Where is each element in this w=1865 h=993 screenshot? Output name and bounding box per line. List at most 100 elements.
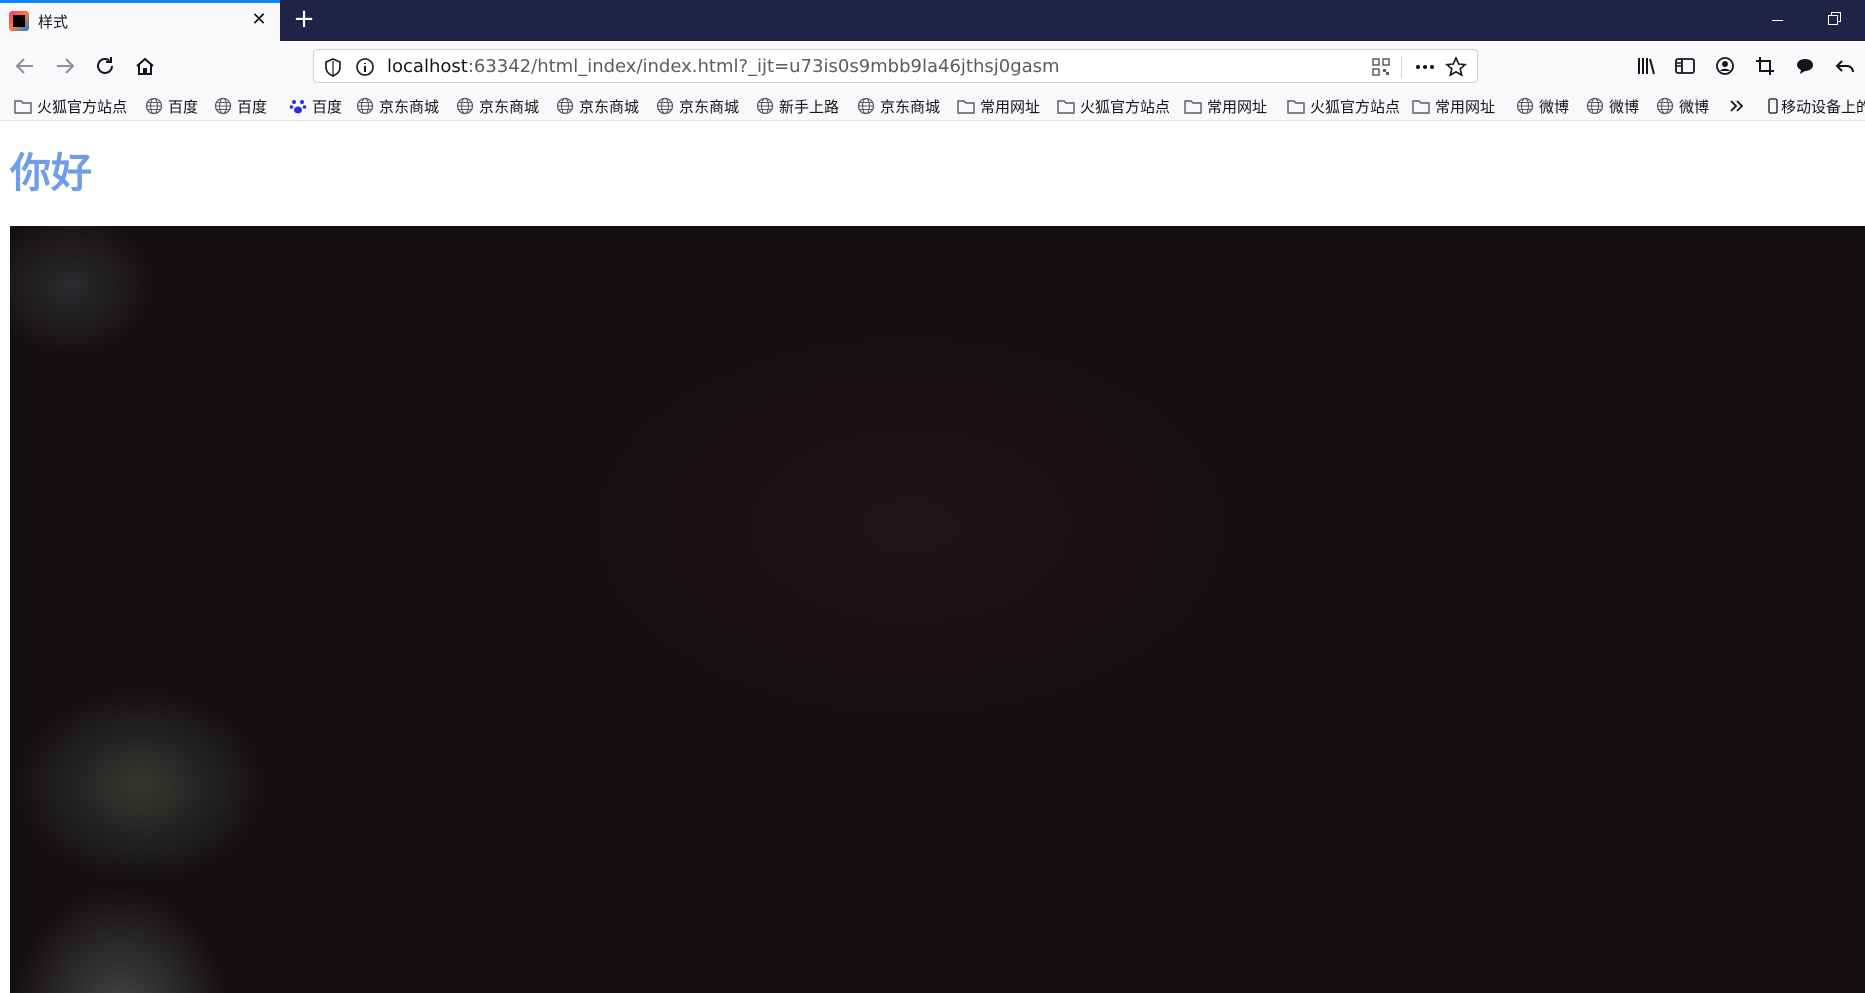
back-arrow-icon <box>15 58 33 74</box>
minimize-icon[interactable] <box>1766 8 1790 32</box>
restore-icon[interactable] <box>1822 8 1846 32</box>
bookmark-item[interactable]: 百度 <box>214 94 267 118</box>
bookmark-item[interactable]: 京东商城 <box>556 94 639 118</box>
site-info-icon[interactable] <box>354 56 376 78</box>
chat-button[interactable] <box>1788 49 1822 83</box>
tab-close-icon[interactable]: ✕ <box>248 9 270 31</box>
active-tab[interactable]: 样式 ✕ <box>0 0 280 41</box>
library-button[interactable] <box>1629 49 1663 83</box>
bookmark-item[interactable]: 微博 <box>1516 94 1569 118</box>
reload-icon <box>97 57 113 74</box>
navigation-toolbar: localhost:63342/html_index/index.html?_i… <box>0 41 1865 91</box>
page-heading: 你好 <box>10 149 92 197</box>
bookmark-label: 微博 <box>1539 97 1570 116</box>
undo-arrow-icon <box>1835 60 1854 73</box>
intellij-favicon-icon <box>9 11 29 31</box>
globe-icon <box>857 97 875 115</box>
home-icon <box>136 57 154 75</box>
mobile-device-icon <box>1768 98 1778 114</box>
url-text[interactable]: localhost:63342/html_index/index.html?_i… <box>387 56 1060 77</box>
bookmark-label: 京东商城 <box>579 97 640 116</box>
bookmark-label: 常用网址 <box>980 97 1041 116</box>
globe-icon <box>1586 97 1604 115</box>
bookmark-item[interactable]: 百度 <box>145 94 198 118</box>
globe-icon <box>456 97 474 115</box>
bookmark-item[interactable]: 新手上路 <box>756 94 839 118</box>
globe-icon <box>356 97 374 115</box>
screenshot-button[interactable] <box>1748 49 1782 83</box>
bookmark-label: 常用网址 <box>1207 97 1268 116</box>
bookmark-item[interactable]: 火狐官方站点 <box>1057 94 1170 118</box>
bookmark-label: 火狐官方站点 <box>37 97 128 116</box>
folder-icon <box>1057 100 1075 114</box>
globe-icon <box>214 97 232 115</box>
url-divider <box>1401 56 1402 78</box>
bookmark-item[interactable]: 京东商城 <box>857 94 940 118</box>
bookmark-label: 新手上路 <box>779 97 840 116</box>
globe-icon <box>756 97 774 115</box>
bookmark-star-icon[interactable] <box>1445 56 1467 78</box>
bookmark-label: 火狐官方站点 <box>1310 97 1401 116</box>
tab-strip: 样式 ✕ + <box>0 0 1865 41</box>
bookmark-label: 京东商城 <box>379 97 440 116</box>
forward-button[interactable] <box>48 49 82 83</box>
bookmark-label: 火狐官方站点 <box>1080 97 1171 116</box>
tracking-shield-icon[interactable] <box>322 56 344 78</box>
bookmark-label: 微博 <box>1679 97 1710 116</box>
forward-arrow-icon <box>57 58 75 74</box>
tab-title: 样式 <box>38 13 69 31</box>
bookmark-item[interactable]: 常用网址 <box>1412 94 1495 118</box>
bookmark-item[interactable]: 火狐官方站点 <box>14 94 127 118</box>
sidebar-icon <box>1675 58 1695 74</box>
globe-icon <box>145 97 163 115</box>
globe-icon <box>656 97 674 115</box>
folder-icon <box>1412 100 1430 114</box>
reload-button[interactable] <box>88 49 122 83</box>
new-tab-button[interactable]: + <box>290 6 318 34</box>
bookmark-label: 微博 <box>1609 97 1640 116</box>
url-host: localhost <box>387 56 468 77</box>
account-button[interactable] <box>1708 49 1742 83</box>
bookmark-item[interactable]: 百度 <box>289 94 342 118</box>
qr-code-icon[interactable] <box>1370 56 1392 78</box>
folder-icon <box>1287 100 1305 114</box>
url-path: :63342/html_index/index.html?_ijt=u73is0… <box>467 56 1060 77</box>
home-button[interactable] <box>128 49 162 83</box>
bookmark-label: 京东商城 <box>479 97 540 116</box>
globe-icon <box>1516 97 1534 115</box>
bookmark-label: 百度 <box>168 97 199 116</box>
address-bar[interactable]: localhost:63342/html_index/index.html?_i… <box>313 49 1478 83</box>
mobile-bookmarks-label: 移动设备上的 <box>1781 97 1865 116</box>
crop-icon <box>1756 57 1774 75</box>
bookmark-item[interactable]: 常用网址 <box>957 94 1040 118</box>
bookmark-label: 百度 <box>312 97 343 116</box>
paw-icon <box>289 100 307 114</box>
bookmark-item[interactable]: 京东商城 <box>356 94 439 118</box>
globe-icon <box>1656 97 1674 115</box>
folder-icon <box>14 100 32 114</box>
folder-icon <box>1184 100 1202 114</box>
bookmark-label: 京东商城 <box>880 97 941 116</box>
undo-button[interactable] <box>1828 49 1862 83</box>
bookmark-item[interactable]: 京东商城 <box>656 94 739 118</box>
account-icon <box>1716 57 1734 75</box>
folder-icon <box>957 100 975 114</box>
bookmark-label: 京东商城 <box>679 97 740 116</box>
back-button[interactable] <box>8 49 42 83</box>
globe-icon <box>556 97 574 115</box>
sidebar-button[interactable] <box>1668 49 1702 83</box>
page-actions-icon[interactable] <box>1414 56 1436 78</box>
bookmark-label: 百度 <box>237 97 268 116</box>
bookmark-label: 常用网址 <box>1435 97 1496 116</box>
bookmark-item[interactable]: 微博 <box>1656 94 1709 118</box>
bookmarks-overflow-chevron-icon[interactable] <box>1728 94 1746 118</box>
bookmarks-toolbar: 火狐官方站点 百度 百度 百度 京东商城 京东商城 京东商城 京东商城 新手上路 京东商城 常用网址… <box>0 91 1865 121</box>
bookmark-item[interactable]: 火狐官方站点 <box>1287 94 1400 118</box>
library-icon <box>1638 58 1655 75</box>
bookmark-item[interactable]: 常用网址 <box>1184 94 1267 118</box>
bookmark-item[interactable]: 微博 <box>1586 94 1639 118</box>
background-photo <box>10 226 1865 993</box>
chat-bubble-icon <box>1797 59 1813 74</box>
mobile-bookmarks-item[interactable]: 移动设备上的 <box>1768 94 1865 118</box>
bookmark-item[interactable]: 京东商城 <box>456 94 539 118</box>
